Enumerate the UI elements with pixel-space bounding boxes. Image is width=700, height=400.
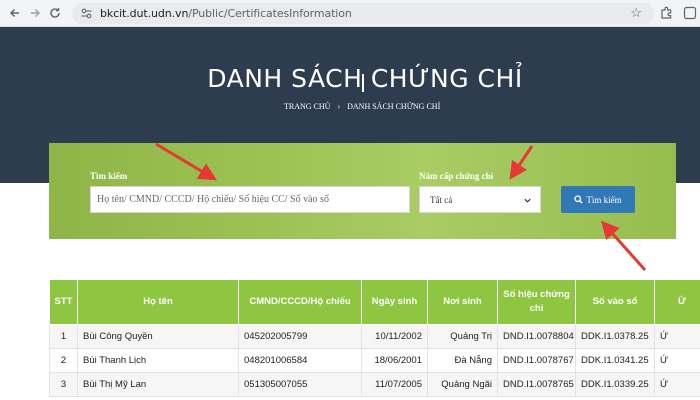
cell-extra: Ứ: [654, 372, 700, 397]
table-row[interactable]: 3 Bùi Thị Mỹ Lan 051305007055 11/07/2005…: [49, 372, 700, 397]
cell-cert-number: DND.I1.0078804: [497, 324, 576, 349]
url-text: bkcit.dut.udn.vn/Public/CertificatesInfo…: [100, 6, 352, 21]
cell-stt: 1: [49, 324, 78, 349]
search-button-label: Tìm kiếm: [586, 194, 622, 205]
url-domain: bkcit.dut.udn.vn: [100, 7, 189, 20]
page-title: DANH SÁCH CHỨNG CHỈ: [207, 64, 523, 93]
arrow-right-icon: [31, 9, 40, 17]
bookmark-star-icon[interactable]: ☆: [630, 5, 642, 21]
cell-book-number: DDK.I1.0339.25: [575, 372, 655, 397]
certificates-table: STT Họ tên CMND/CCCD/Hộ chiếu Ngày sinh …: [49, 279, 700, 400]
table-row[interactable]: 2 Bùi Thanh Lịch 048201006584 18/06/2001…: [49, 348, 700, 373]
search-label: Tìm kiếm: [90, 171, 128, 181]
site-settings-icon[interactable]: [80, 7, 93, 20]
reload-icon: [50, 8, 60, 18]
browser-toolbar: bkcit.dut.udn.vn/Public/CertificatesInfo…: [0, 0, 700, 27]
col-header-dob: Ngày sinh: [361, 279, 428, 325]
cell-id: 045202005799: [238, 324, 362, 349]
col-header-id: CMND/CCCD/Hộ chiếu: [238, 279, 362, 325]
cell-name: Bùi Thanh Lịch: [77, 348, 239, 373]
cell-birthplace: Quảng Trị: [427, 324, 498, 349]
cell-extra: Ứ: [654, 324, 700, 349]
breadcrumb: TRANG CHỦ › DANH SÁCH CHỨNG CHỈ: [284, 102, 440, 111]
col-header-stt: STT: [49, 279, 78, 325]
extensions-button[interactable]: [660, 4, 678, 22]
cell-book-number: DDK.I1.0341.25: [575, 348, 655, 373]
search-input[interactable]: [90, 186, 410, 213]
cell-dob: 10/11/2002: [361, 324, 428, 349]
cell-stt: 3: [49, 372, 78, 397]
search-icon: [574, 195, 583, 204]
col-header-birthplace: Nơi sinh: [427, 279, 498, 325]
cell-stt: 2: [49, 348, 78, 373]
cell-cert-number: DND.I1.0078767: [497, 348, 576, 373]
breadcrumb-home-link[interactable]: TRANG CHỦ: [284, 102, 330, 111]
cell-name: Bùi Công Quyền: [77, 324, 239, 349]
puzzle-icon: [661, 6, 672, 19]
reload-button[interactable]: [46, 4, 64, 22]
col-header-book-number: Số vào sổ: [575, 279, 655, 325]
table-row[interactable]: 1 Bùi Công Quyền 045202005799 10/11/2002…: [49, 324, 700, 349]
col-header-extra: Ứ: [654, 279, 700, 325]
table-header-row: STT Họ tên CMND/CCCD/Hộ chiếu Ngày sinh …: [49, 279, 700, 325]
cell-name: Bùi Thị Mỹ Lan: [77, 372, 239, 397]
forward-button[interactable]: [26, 4, 44, 22]
address-bar[interactable]: bkcit.dut.udn.vn/Public/CertificatesInfo…: [72, 3, 654, 24]
cell-extra: Ứ: [654, 348, 700, 373]
cell-id: 051305007055: [238, 372, 362, 397]
url-path: /Public/CertificatesInformation: [188, 7, 352, 20]
profile-button[interactable]: [683, 4, 700, 22]
cell-birthplace: Quảng Ngãi: [427, 372, 498, 397]
cell-cert-number: DND.I1.0078765: [497, 372, 576, 397]
cell-id: 048201006584: [238, 348, 362, 373]
search-button[interactable]: Tìm kiếm: [561, 186, 635, 213]
title-divider: [362, 74, 364, 92]
year-label: Năm cấp chứng chỉ: [419, 171, 494, 181]
profile-icon: [683, 6, 697, 20]
breadcrumb-current: DANH SÁCH CHỨNG CHỈ: [347, 102, 441, 111]
cell-book-number: DDK.I1.0378.25: [575, 324, 655, 349]
search-panel: Tìm kiếm Năm cấp chứng chỉ Tất cả Tìm ki…: [49, 143, 676, 239]
col-header-name: Họ tên: [77, 279, 239, 325]
breadcrumb-separator: ›: [337, 102, 341, 111]
cell-dob: 18/06/2001: [361, 348, 428, 373]
cell-dob: 11/07/2005: [361, 372, 428, 397]
year-select-value: Tất cả: [430, 195, 453, 205]
chevron-down-icon: [524, 198, 531, 203]
cell-birthplace: Đà Nẵng: [427, 348, 498, 373]
back-button[interactable]: [6, 4, 24, 22]
col-header-cert-number: Số hiệu chứng chỉ: [497, 279, 576, 325]
arrow-left-icon: [10, 9, 19, 17]
year-select[interactable]: Tất cả: [419, 186, 541, 213]
